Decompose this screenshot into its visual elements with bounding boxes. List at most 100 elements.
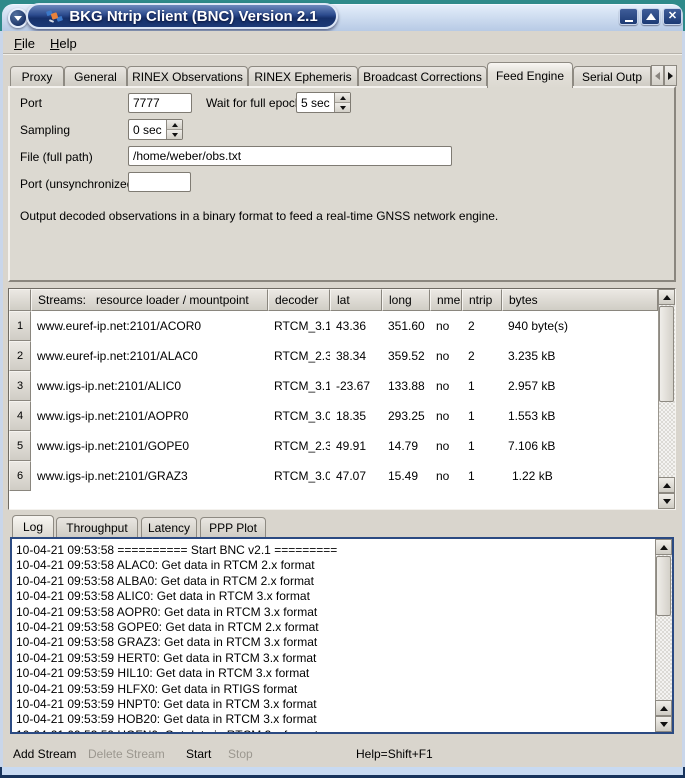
scroll-up-button[interactable]	[658, 289, 675, 305]
stream-decoder[interactable]: RTCM_2.3	[268, 341, 330, 371]
stream-bytes[interactable]: 940 byte(s)	[502, 311, 652, 341]
tab-throughput[interactable]: Throughput	[56, 517, 138, 537]
stream-bytes[interactable]: 7.106 kB	[502, 431, 652, 461]
stream-long[interactable]: 359.52	[382, 341, 430, 371]
stream-lat[interactable]: 49.91	[330, 431, 382, 461]
row-number[interactable]: 2	[9, 341, 31, 371]
add-stream-button[interactable]: Add Stream	[13, 747, 76, 761]
stream-nmea[interactable]: no	[430, 401, 462, 431]
row-number[interactable]: 5	[9, 431, 31, 461]
tab-scroll-right-button[interactable]	[664, 65, 677, 86]
stream-ntrip[interactable]: 2	[462, 341, 502, 371]
stream-decoder[interactable]: RTCM_2.3	[268, 431, 330, 461]
stream-long[interactable]: 133.88	[382, 371, 430, 401]
delete-stream-button[interactable]: Delete Stream	[88, 747, 165, 761]
tab-rinex-ephemeris[interactable]: RINEX Ephemeris	[248, 66, 358, 86]
log-line: 10-04-21 09:53:58 ALBA0: Get data in RTC…	[16, 574, 650, 589]
stream-ntrip[interactable]: 2	[462, 311, 502, 341]
stream-bytes[interactable]: 1.22 kB	[506, 461, 652, 491]
stream-nmea[interactable]: no	[430, 431, 462, 461]
tab-log[interactable]: Log	[12, 515, 54, 537]
tab-feed-engine[interactable]: Feed Engine	[487, 62, 573, 88]
scroll-up-button[interactable]	[655, 539, 672, 555]
stream-url[interactable]: www.igs-ip.net:2101/ALIC0	[31, 371, 268, 401]
stream-bytes[interactable]: 1.553 kB	[502, 401, 652, 431]
tab-rinex-observations[interactable]: RINEX Observations	[127, 66, 248, 86]
stream-decoder[interactable]: RTCM_3.0	[268, 401, 330, 431]
col-header-ntrip[interactable]: ntrip	[462, 289, 502, 311]
minimize-button[interactable]	[619, 8, 638, 25]
tab-broadcast-corrections[interactable]: Broadcast Corrections	[358, 66, 487, 86]
stream-long[interactable]: 293.25	[382, 401, 430, 431]
close-button[interactable]: ✕	[663, 8, 682, 25]
stream-bytes[interactable]: 2.957 kB	[502, 371, 652, 401]
stream-url[interactable]: www.euref-ip.net:2101/ALAC0	[31, 341, 268, 371]
stream-url[interactable]: www.igs-ip.net:2101/AOPR0	[31, 401, 268, 431]
stream-nmea[interactable]: no	[430, 311, 462, 341]
scroll-down-button[interactable]	[655, 716, 672, 732]
spin-down-button[interactable]	[167, 129, 182, 139]
tab-serial-output[interactable]: Serial Outp	[573, 66, 651, 86]
col-header-lat[interactable]: lat	[330, 289, 382, 311]
tab-latency[interactable]: Latency	[141, 517, 197, 537]
stream-ntrip[interactable]: 1	[462, 431, 502, 461]
port-unsync-input[interactable]	[128, 172, 191, 192]
window-menu-button[interactable]	[8, 8, 28, 28]
col-header-decoder[interactable]: decoder	[268, 289, 330, 311]
log-line: 10-04-21 09:53:58 GOPE0: Get data in RTC…	[16, 620, 650, 635]
stream-ntrip[interactable]: 1	[462, 401, 502, 431]
stream-decoder[interactable]: RTCM_3.1	[268, 371, 330, 401]
stream-decoder[interactable]: RTCM_3.0	[268, 461, 330, 491]
file-path-input[interactable]	[128, 146, 452, 166]
stream-long[interactable]: 351.60	[382, 311, 430, 341]
stream-decoder[interactable]: RTCM_3.1	[268, 311, 330, 341]
port-input[interactable]	[128, 93, 192, 113]
log-text[interactable]: 10-04-21 09:53:58 ========== Start BNC v…	[16, 543, 650, 732]
stream-long[interactable]: 14.79	[382, 431, 430, 461]
stream-url[interactable]: www.euref-ip.net:2101/ACOR0	[31, 311, 268, 341]
tab-ppp-plot[interactable]: PPP Plot	[200, 517, 266, 537]
scroll-up-button[interactable]	[655, 700, 672, 716]
stream-lat[interactable]: -23.67	[330, 371, 382, 401]
stream-lat[interactable]: 38.34	[330, 341, 382, 371]
tab-general[interactable]: General	[64, 66, 127, 86]
stream-ntrip[interactable]: 1	[462, 371, 502, 401]
tab-proxy[interactable]: Proxy	[10, 66, 64, 86]
stream-lat[interactable]: 18.35	[330, 401, 382, 431]
log-line: 10-04-21 09:53:59 HERT0: Get data in RTC…	[16, 651, 650, 666]
spin-down-button[interactable]	[335, 102, 350, 112]
sampling-spinbox[interactable]: 0 sec	[128, 119, 183, 140]
col-header-long[interactable]: long	[382, 289, 430, 311]
row-number[interactable]: 6	[9, 461, 31, 491]
row-number[interactable]: 4	[9, 401, 31, 431]
spin-up-button[interactable]	[335, 93, 350, 102]
scrollbar-thumb[interactable]	[656, 556, 671, 616]
stream-nmea[interactable]: no	[430, 461, 462, 491]
spin-up-button[interactable]	[167, 120, 182, 129]
menu-file[interactable]: File	[10, 35, 39, 52]
help-button[interactable]: Help=Shift+F1	[356, 747, 433, 761]
maximize-button[interactable]	[641, 8, 660, 25]
scrollbar-thumb[interactable]	[659, 306, 674, 402]
stream-url[interactable]: www.igs-ip.net:2101/GRAZ3	[31, 461, 268, 491]
col-header-bytes[interactable]: bytes	[502, 289, 658, 311]
start-button[interactable]: Start	[186, 747, 211, 761]
scroll-down-button[interactable]	[658, 493, 675, 509]
menu-help[interactable]: Help	[46, 35, 81, 52]
stream-lat[interactable]: 47.07	[330, 461, 382, 491]
stop-button[interactable]: Stop	[228, 747, 253, 761]
col-header-nmea[interactable]: nmea	[430, 289, 462, 311]
stream-nmea[interactable]: no	[430, 341, 462, 371]
stream-nmea[interactable]: no	[430, 371, 462, 401]
scroll-up-button[interactable]	[658, 477, 675, 493]
stream-bytes[interactable]: 3.235 kB	[502, 341, 652, 371]
row-number[interactable]: 3	[9, 371, 31, 401]
col-header-streams[interactable]: Streams: resource loader / mountpoint	[31, 289, 268, 311]
stream-url[interactable]: www.igs-ip.net:2101/GOPE0	[31, 431, 268, 461]
row-number[interactable]: 1	[9, 311, 31, 341]
stream-ntrip[interactable]: 1	[462, 461, 502, 491]
stream-lat[interactable]: 43.36	[330, 311, 382, 341]
tab-scroll-left-button[interactable]	[651, 65, 664, 86]
wait-epoch-spinbox[interactable]: 5 sec	[296, 92, 351, 113]
stream-long[interactable]: 15.49	[382, 461, 430, 491]
